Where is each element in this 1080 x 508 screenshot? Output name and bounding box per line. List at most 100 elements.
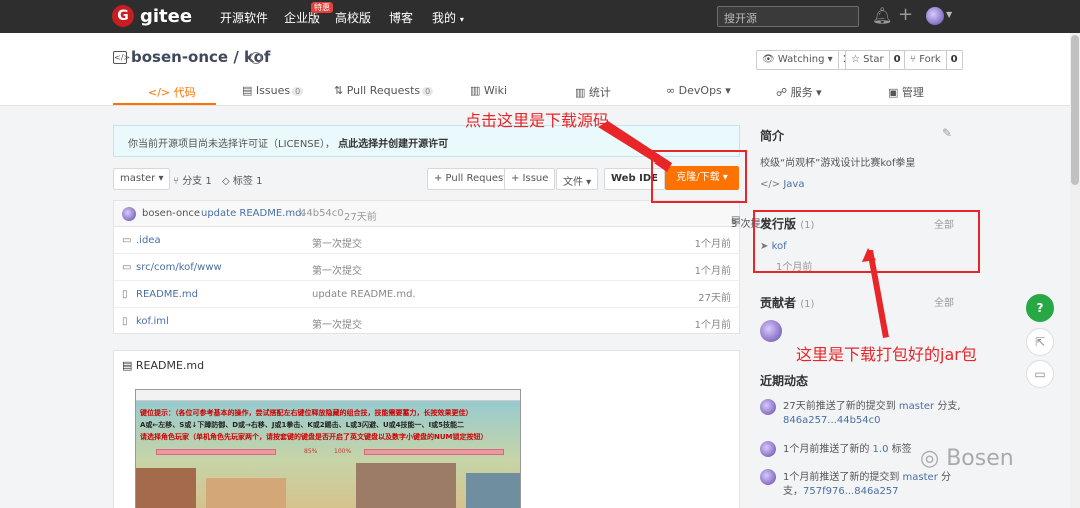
share-icon[interactable]: ⇱ <box>1026 328 1054 356</box>
activity-title: 近期动态 <box>760 374 809 388</box>
branch-select[interactable]: master ▾ <box>113 168 171 190</box>
license-create-link[interactable]: 点此选择并创建开源许可 <box>338 139 448 150</box>
readme-title-text: README.md <box>135 359 205 372</box>
file-row[interactable]: ▯ README.md update README.md. 27天前 <box>114 281 739 308</box>
file-menu-button[interactable]: 文件 ▾ <box>556 168 599 190</box>
latest-commit: bosen-once update README.md. 44b54c0 27天… <box>114 201 771 230</box>
annotation-download-source: 点击这里是下载源码 <box>465 111 610 130</box>
manage-icon: ▣ <box>888 86 899 99</box>
activity-text: 分 <box>937 472 951 483</box>
branches-link[interactable]: ⑂ 分支 1 <box>173 172 212 187</box>
new-issue-button[interactable]: + Issue <box>504 168 556 190</box>
gitee-logo[interactable]: G gitee <box>112 5 192 27</box>
scene-building <box>136 468 196 508</box>
new-pull-request-button[interactable]: + Pull Request <box>427 168 515 190</box>
avatar[interactable] <box>122 207 136 221</box>
readme-panel: ▤ README.md 键位提示：（各位可参考基本的操作，尝试搭配左右键位释放隐… <box>113 350 740 508</box>
game-screenshot-image: 键位提示：（各位可参考基本的操作，尝试搭配左右键位释放隐藏的组合技，技能需要蓄力… <box>135 389 521 508</box>
tab-code-label: 代码 <box>173 86 196 99</box>
activity-text: 1个月前推送了新的提交到 <box>783 472 903 483</box>
gitee-logo-icon: G <box>112 5 134 27</box>
activity-branch-link[interactable]: master <box>903 472 938 483</box>
star-label: ☆ Star <box>846 51 890 69</box>
user-avatar[interactable] <box>926 7 944 25</box>
tab-stats[interactable]: ▥ 统计 <box>575 84 611 100</box>
star-count: 0 <box>893 54 901 65</box>
help-button[interactable]: ? <box>1026 294 1054 322</box>
commit-message[interactable]: update README.md. <box>201 208 305 219</box>
tab-pull-requests-count: 0 <box>422 87 434 96</box>
license-notice-text: 你当前开源项目尚未选择许可证（LICENSE）， <box>128 139 335 150</box>
nav-blog[interactable]: 博客 <box>389 9 413 26</box>
repo-icon: </> <box>113 51 131 64</box>
activity-commit-link[interactable]: 757f976...846a257 <box>803 486 899 497</box>
fork-button[interactable]: ⑂ Fork 0 <box>904 50 963 70</box>
file-time: 1个月前 <box>694 239 731 250</box>
search-input[interactable]: 搜开源 <box>717 6 859 27</box>
avatar[interactable] <box>760 320 782 342</box>
star-text: Star <box>863 54 884 65</box>
tags-link[interactable]: ◇ 标签 1 <box>222 172 262 187</box>
activity-tag-link[interactable]: 1.0 <box>873 444 889 455</box>
tab-manage[interactable]: ▣ 管理 <box>888 84 924 100</box>
code-icon: </> <box>148 86 171 99</box>
activity-branch-link[interactable]: master <box>899 401 934 412</box>
nav-mine[interactable]: 我的 ▾ <box>432 9 464 26</box>
file-name[interactable]: .idea <box>136 235 161 246</box>
file-name[interactable]: README.md <box>136 289 198 300</box>
activity-commit-link[interactable]: 846a257...44b54c0 <box>783 415 881 426</box>
plus-icon[interactable]: + <box>898 4 913 25</box>
file-name[interactable]: kof.iml <box>136 316 169 327</box>
tab-service-label: 服务 <box>790 86 813 99</box>
player1-health-bar <box>156 449 276 455</box>
enterprise-badge: 特惠 <box>311 2 333 13</box>
game-window-titlebar <box>136 390 520 401</box>
tab-wiki[interactable]: ▥ Wiki <box>470 84 507 97</box>
branches-label: 分支 1 <box>182 176 212 187</box>
tab-issues-label: Issues <box>255 84 291 97</box>
chevron-down-icon[interactable]: ▼ <box>946 10 952 19</box>
commit-hash[interactable]: 44b54c0 <box>300 208 344 219</box>
comment-icon[interactable]: ▭ <box>1026 360 1054 388</box>
activity-item: 1个月前推送了新的 1.0 标签 <box>783 443 912 457</box>
annotation-box-releases <box>753 210 980 273</box>
star-button[interactable]: ☆ Star 0 <box>845 50 906 70</box>
avatar[interactable] <box>760 469 776 485</box>
tab-code[interactable]: </> 代码 <box>148 84 196 100</box>
file-row[interactable]: ▭ .idea 第一次提交 1个月前 <box>114 227 739 254</box>
file-time: 1个月前 <box>694 266 731 277</box>
player1-health-label: 85% <box>304 448 318 455</box>
commit-author[interactable]: bosen-once <box>142 208 200 219</box>
file-commit-message[interactable]: 第一次提交 <box>312 235 362 250</box>
tags-label: 标签 1 <box>232 176 263 187</box>
file-commit-message[interactable]: 第一次提交 <box>312 316 362 331</box>
tab-issues[interactable]: ▤ Issues 0 <box>242 84 304 97</box>
edit-icon[interactable]: ✎ <box>942 126 952 140</box>
file-commit-message[interactable]: update README.md. <box>312 289 416 300</box>
fork-icon: ⑂ <box>910 54 916 65</box>
activity-text: 27天前推送了新的提交到 <box>783 401 899 412</box>
file-row[interactable]: ▭ src/com/kof/www 第一次提交 1个月前 <box>114 254 739 281</box>
wechat-icon: ◎ <box>920 446 940 471</box>
contributors-all-link[interactable]: 全部 <box>934 294 954 309</box>
star-icon: ☆ <box>851 54 860 65</box>
file-time: 27天前 <box>698 293 731 304</box>
language-link[interactable]: </> Java <box>760 179 804 190</box>
file-commit-message[interactable]: 第一次提交 <box>312 262 362 277</box>
nav-open-source[interactable]: 开源软件 <box>220 9 268 26</box>
file-name[interactable]: src/com/kof/www <box>136 262 222 273</box>
branch-icon: ⑂ <box>173 176 179 187</box>
file-row[interactable]: ▯ kof.iml 第一次提交 1个月前 <box>114 308 739 335</box>
bell-icon[interactable]: 🔔︎ <box>872 6 892 25</box>
service-icon: ☍ <box>776 86 788 99</box>
nav-university[interactable]: 高校版 <box>335 9 371 26</box>
tab-service[interactable]: ☍ 服务 ▾ <box>776 84 822 100</box>
watching-button[interactable]: 👁︎ Watching ▾ 1 <box>756 50 855 70</box>
avatar[interactable] <box>760 441 776 457</box>
tab-devops[interactable]: ∞ DevOps ▾ <box>666 84 731 97</box>
scrollbar-thumb[interactable] <box>1071 35 1079 185</box>
contributors-title-text: 贡献者 <box>760 296 797 310</box>
tab-pull-requests[interactable]: ⇅ Pull Requests 0 <box>334 84 434 97</box>
avatar[interactable] <box>760 399 776 415</box>
annotation-download-jar: 这里是下载打包好的jar包 <box>796 345 977 364</box>
